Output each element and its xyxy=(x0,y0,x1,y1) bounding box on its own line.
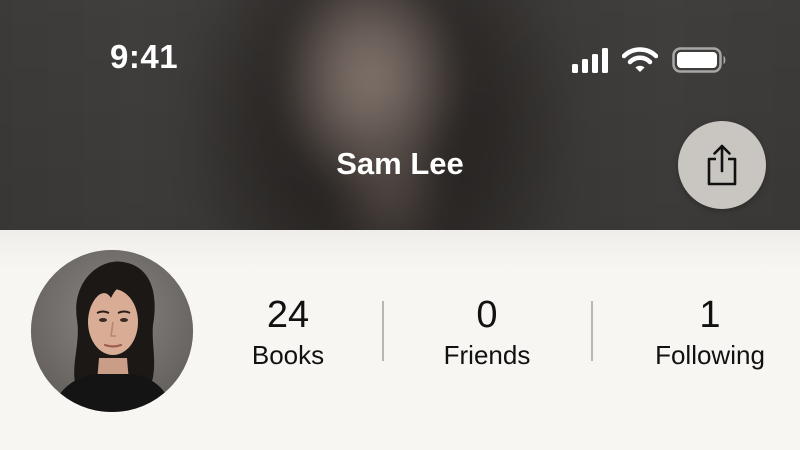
books-label: Books xyxy=(251,340,325,370)
status-icons xyxy=(572,44,728,76)
following-label: Following xyxy=(655,340,765,370)
divider xyxy=(591,301,593,361)
profile-screen: 9:41 Sam Lee 24 Books 0 Friends 1 Follow… xyxy=(0,0,800,450)
cellular-signal-icon xyxy=(572,47,608,73)
share-button[interactable] xyxy=(678,121,766,209)
status-time: 9:41 xyxy=(110,38,179,75)
profile-header: 9:41 Sam Lee xyxy=(0,0,800,230)
stat-books[interactable]: 24 Books xyxy=(238,292,338,370)
wifi-icon xyxy=(622,47,658,73)
battery-icon xyxy=(672,47,728,73)
friends-count: 0 xyxy=(476,294,498,336)
share-icon xyxy=(707,144,737,186)
books-count: 24 xyxy=(266,294,310,336)
divider xyxy=(382,301,384,361)
friends-label: Friends xyxy=(443,340,531,370)
stat-friends[interactable]: 0 Friends xyxy=(427,292,547,370)
avatar[interactable] xyxy=(31,250,193,412)
stat-following[interactable]: 1 Following xyxy=(640,292,780,370)
following-count: 1 xyxy=(699,294,721,336)
